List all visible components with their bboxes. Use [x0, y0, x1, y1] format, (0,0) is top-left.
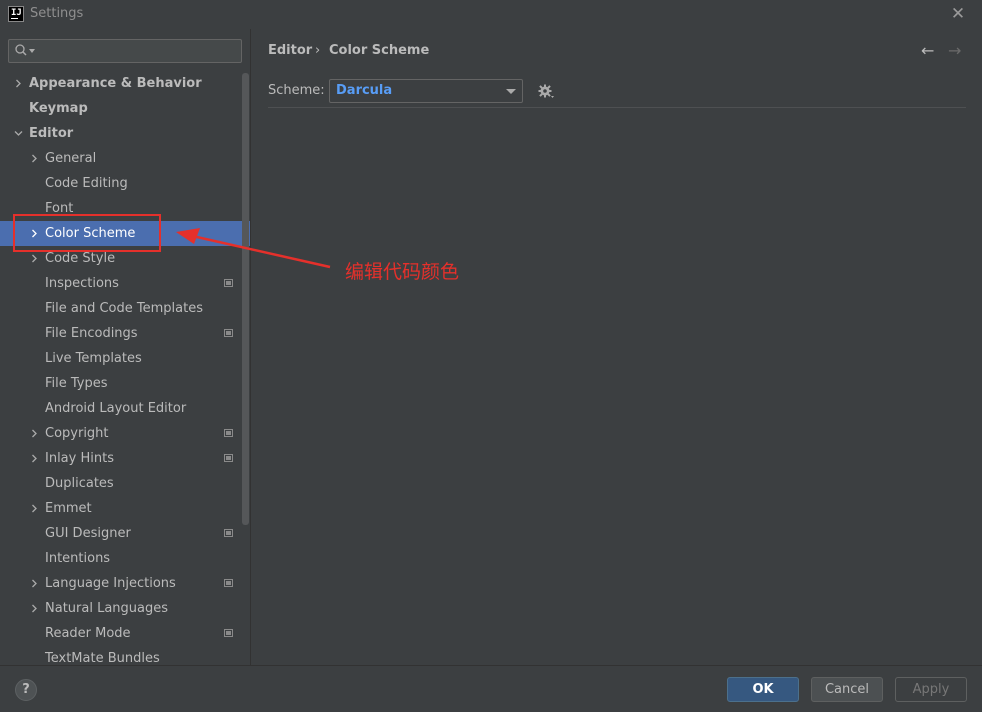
sidebar-item-label: Natural Languages — [45, 601, 169, 616]
sidebar-item[interactable]: Emmet — [0, 496, 240, 521]
sidebar-item[interactable]: GUI Designer — [0, 521, 240, 546]
chevron-right-icon[interactable] — [29, 146, 39, 171]
settings-sidebar: Appearance & Behavior Keymap Editor General… — [0, 29, 250, 665]
title-bar: IJ Settings ✕ — [0, 0, 982, 29]
back-arrow-icon[interactable]: ← — [921, 41, 934, 60]
sidebar-item[interactable]: General — [0, 146, 240, 171]
project-level-icon — [224, 629, 233, 637]
chevron-right-icon[interactable] — [29, 446, 39, 471]
sidebar-item[interactable]: Duplicates — [0, 471, 240, 496]
sidebar-item-label: Intentions — [45, 551, 111, 566]
sidebar-item-label: Copyright — [45, 426, 109, 441]
sidebar-item-label: File Types — [45, 376, 108, 391]
sidebar-item-label: Android Layout Editor — [45, 401, 187, 416]
sidebar-item-label: Appearance & Behavior — [29, 76, 202, 91]
intellij-app-icon: IJ — [8, 6, 24, 22]
project-level-icon — [224, 454, 233, 462]
chevron-right-icon[interactable] — [29, 421, 39, 446]
annotation-highlight-box — [13, 214, 161, 252]
sidebar-item-label: Duplicates — [45, 476, 114, 491]
sidebar-item[interactable]: Editor — [0, 121, 240, 146]
scheme-value: Darcula — [336, 83, 393, 98]
forward-arrow-icon[interactable]: → — [948, 41, 961, 60]
breadcrumb-editor[interactable]: Editor — [268, 43, 312, 58]
sidebar-item-label: Inspections — [45, 276, 119, 291]
sidebar-item-label: Emmet — [45, 501, 92, 516]
annotation-arrow-icon — [176, 228, 331, 269]
sidebar-item[interactable]: Appearance & Behavior — [0, 71, 240, 96]
sidebar-item-label: Live Templates — [45, 351, 142, 366]
main-panel: Editor › Color Scheme ← → Scheme: Darcul… — [250, 29, 982, 665]
project-level-icon — [224, 279, 233, 287]
sidebar-item-label: Keymap — [29, 101, 88, 116]
sidebar-item-label: TextMate Bundles — [45, 651, 160, 665]
project-level-icon — [224, 579, 233, 587]
sidebar-item-label: GUI Designer — [45, 526, 131, 541]
help-button[interactable]: ? — [15, 679, 37, 701]
sidebar-item[interactable]: Copyright — [0, 421, 240, 446]
sidebar-item[interactable]: Code Editing — [0, 171, 240, 196]
scheme-dropdown[interactable]: Darcula — [329, 79, 523, 103]
sidebar-item-label: General — [45, 151, 97, 166]
chevron-right-icon[interactable] — [29, 571, 39, 596]
annotation-text: 编辑代码颜色 — [345, 261, 460, 283]
sidebar-scrollbar[interactable] — [242, 73, 249, 525]
chevron-down-icon — [506, 89, 516, 94]
breadcrumb-separator: › — [315, 43, 321, 58]
sidebar-item[interactable]: Intentions — [0, 546, 240, 571]
sidebar-item-label: Editor — [29, 126, 74, 141]
window-title: Settings — [30, 6, 84, 21]
chevron-down-icon[interactable] — [13, 121, 23, 146]
sidebar-item-label: Inlay Hints — [45, 451, 114, 466]
breadcrumb-color-scheme: Color Scheme — [329, 43, 430, 58]
sidebar-item-label: Language Injections — [45, 576, 176, 591]
gear-icon[interactable] — [538, 83, 554, 99]
sidebar-item-label: Reader Mode — [45, 626, 131, 641]
sidebar-item[interactable]: File Encodings — [0, 321, 240, 346]
project-level-icon — [224, 329, 233, 337]
search-dropdown-icon[interactable] — [29, 49, 35, 53]
sidebar-item[interactable]: Reader Mode — [0, 621, 240, 646]
cancel-button[interactable]: Cancel — [811, 677, 883, 702]
sidebar-item[interactable]: TextMate Bundles — [0, 646, 240, 665]
search-icon — [15, 44, 27, 56]
main-divider — [268, 107, 966, 108]
sidebar-item-label: File Encodings — [45, 326, 138, 341]
sidebar-item[interactable]: Inlay Hints — [0, 446, 240, 471]
dialog-footer: ? OK Cancel Apply — [0, 665, 982, 712]
sidebar-item[interactable]: File Types — [0, 371, 240, 396]
sidebar-item[interactable]: Language Injections — [0, 571, 240, 596]
sidebar-item[interactable]: Keymap — [0, 96, 240, 121]
search-input[interactable] — [8, 39, 242, 63]
ok-button[interactable]: OK — [727, 677, 799, 702]
chevron-right-icon[interactable] — [29, 596, 39, 621]
sidebar-item[interactable]: Android Layout Editor — [0, 396, 240, 421]
sidebar-item-label: Code Editing — [45, 176, 128, 191]
chevron-right-icon[interactable] — [13, 71, 23, 96]
sidebar-item[interactable]: Natural Languages — [0, 596, 240, 621]
sidebar-item-label: File and Code Templates — [45, 301, 203, 316]
sidebar-item[interactable]: File and Code Templates — [0, 296, 240, 321]
scheme-label: Scheme: — [268, 83, 325, 98]
chevron-right-icon[interactable] — [29, 496, 39, 521]
sidebar-item[interactable]: Inspections — [0, 271, 240, 296]
close-icon[interactable]: ✕ — [950, 4, 966, 24]
apply-button[interactable]: Apply — [895, 677, 967, 702]
project-level-icon — [224, 429, 233, 437]
project-level-icon — [224, 529, 233, 537]
sidebar-item[interactable]: Live Templates — [0, 346, 240, 371]
